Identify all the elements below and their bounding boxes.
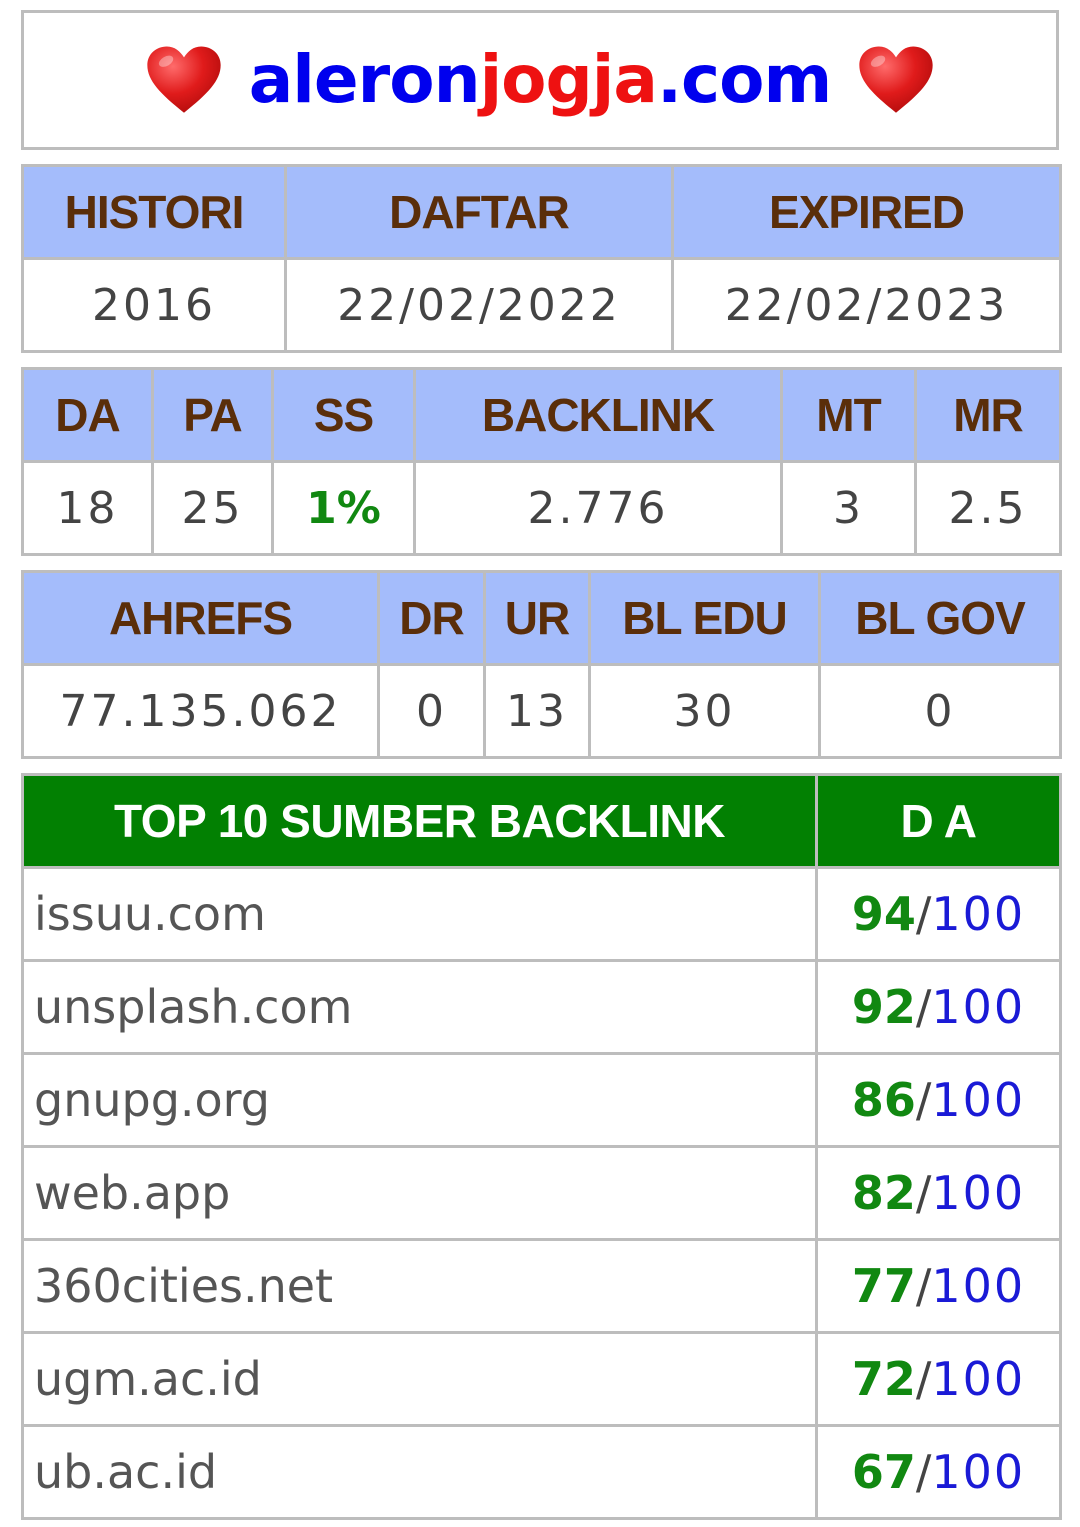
backlink-da-score: 67/100	[815, 1424, 1062, 1520]
registration-header-row: HISTORI DAFTAR EXPIRED	[21, 164, 1062, 260]
da-separator: /	[915, 1073, 932, 1127]
registration-table: HISTORI DAFTAR EXPIRED 2016 22/02/2022 2…	[21, 164, 1062, 353]
header-bl-edu: BL EDU	[588, 570, 821, 666]
backlink-da-score: 92/100	[815, 959, 1062, 1055]
value-ss: 1%	[271, 460, 416, 556]
table-row: ub.ac.id 67/100	[21, 1424, 1062, 1520]
da-max: 100	[931, 1166, 1026, 1220]
da-value: 94	[851, 887, 916, 941]
header-backlink: BACKLINK	[413, 367, 783, 463]
header-dr: DR	[377, 570, 486, 666]
backlink-site[interactable]: 360cities.net	[21, 1238, 818, 1334]
header-pa: PA	[151, 367, 274, 463]
registration-value-row: 2016 22/02/2022 22/02/2023	[21, 257, 1062, 353]
da-max: 100	[931, 980, 1026, 1034]
value-bl-gov: 0	[818, 663, 1062, 759]
da-value: 67	[851, 1445, 916, 1499]
da-value: 72	[851, 1352, 916, 1406]
ahrefs-table: AHREFS DR UR BL EDU BL GOV 77.135.062 0 …	[21, 570, 1062, 759]
moz-metrics-table: DA PA SS BACKLINK MT MR 18 25 1% 2.776 3…	[21, 367, 1062, 556]
backlink-site[interactable]: unsplash.com	[21, 959, 818, 1055]
da-separator: /	[915, 1259, 932, 1313]
header-bl-gov: BL GOV	[818, 570, 1062, 666]
domain-part-1: aleron	[248, 41, 481, 118]
table-row: gnupg.org 86/100	[21, 1052, 1062, 1148]
value-histori: 2016	[21, 257, 287, 353]
header-mt: MT	[780, 367, 917, 463]
backlink-site[interactable]: ub.ac.id	[21, 1424, 818, 1520]
da-max: 100	[931, 887, 1026, 941]
da-separator: /	[915, 1445, 932, 1499]
domain-name[interactable]: aleronjogja.com	[249, 47, 833, 113]
value-da: 18	[21, 460, 154, 556]
backlink-site[interactable]: web.app	[21, 1145, 818, 1241]
backlink-da-score: 77/100	[815, 1238, 1062, 1334]
value-pa: 25	[151, 460, 274, 556]
backlink-da-score: 86/100	[815, 1052, 1062, 1148]
value-ur: 13	[483, 663, 591, 759]
ahrefs-header-row: AHREFS DR UR BL EDU BL GOV	[21, 570, 1062, 666]
da-separator: /	[915, 980, 932, 1034]
heart-icon	[147, 46, 221, 113]
value-mt: 3	[780, 460, 917, 556]
heart-icon	[859, 46, 933, 113]
header-daftar: DAFTAR	[284, 164, 674, 260]
value-ahrefs: 77.135.062	[21, 663, 380, 759]
backlink-site[interactable]: gnupg.org	[21, 1052, 818, 1148]
value-backlink: 2.776	[413, 460, 783, 556]
value-dr: 0	[377, 663, 486, 759]
da-value: 92	[851, 980, 916, 1034]
table-row: 360cities.net 77/100	[21, 1238, 1062, 1334]
header-histori: HISTORI	[21, 164, 287, 260]
table-row: issuu.com 94/100	[21, 866, 1062, 962]
top-backlinks-header-row: TOP 10 SUMBER BACKLINK D A	[21, 773, 1062, 869]
header-ss: SS	[271, 367, 416, 463]
header-mr: MR	[914, 367, 1062, 463]
value-expired: 22/02/2023	[671, 257, 1062, 353]
da-max: 100	[931, 1352, 1026, 1406]
header-top-source: TOP 10 SUMBER BACKLINK	[21, 773, 818, 869]
da-value: 77	[851, 1259, 916, 1313]
domain-part-2: jogja	[479, 41, 658, 118]
da-value: 86	[851, 1073, 916, 1127]
backlink-da-score: 94/100	[815, 866, 1062, 962]
backlink-site[interactable]: issuu.com	[21, 866, 818, 962]
da-separator: /	[915, 1352, 932, 1406]
value-bl-edu: 30	[588, 663, 821, 759]
domain-part-3: .com	[656, 41, 832, 118]
header-da: DA	[21, 367, 154, 463]
da-value: 82	[851, 1166, 916, 1220]
value-mr: 2.5	[914, 460, 1062, 556]
page-container: aleronjogja.com HISTORI DAFTAR EXPIRED 2	[21, 10, 1062, 1520]
da-separator: /	[915, 1166, 932, 1220]
moz-value-row: 18 25 1% 2.776 3 2.5	[21, 460, 1062, 556]
domain-title-box: aleronjogja.com	[21, 10, 1059, 150]
top-backlinks-table: TOP 10 SUMBER BACKLINK D A issuu.com 94/1…	[21, 773, 1062, 1520]
header-top-da: D A	[815, 773, 1062, 869]
table-row: web.app 82/100	[21, 1145, 1062, 1241]
da-separator: /	[915, 887, 932, 941]
header-ur: UR	[483, 570, 591, 666]
backlink-da-score: 82/100	[815, 1145, 1062, 1241]
da-max: 100	[931, 1445, 1026, 1499]
table-row: unsplash.com 92/100	[21, 959, 1062, 1055]
backlink-site[interactable]: ugm.ac.id	[21, 1331, 818, 1427]
da-max: 100	[931, 1259, 1026, 1313]
header-ahrefs: AHREFS	[21, 570, 380, 666]
da-max: 100	[931, 1073, 1026, 1127]
ahrefs-value-row: 77.135.062 0 13 30 0	[21, 663, 1062, 759]
backlink-da-score: 72/100	[815, 1331, 1062, 1427]
moz-header-row: DA PA SS BACKLINK MT MR	[21, 367, 1062, 463]
value-daftar: 22/02/2022	[284, 257, 674, 353]
table-row: ugm.ac.id 72/100	[21, 1331, 1062, 1427]
backlink-rows: issuu.com 94/100 unsplash.com 92/100 gnupg.o…	[21, 866, 1062, 1520]
header-expired: EXPIRED	[671, 164, 1062, 260]
